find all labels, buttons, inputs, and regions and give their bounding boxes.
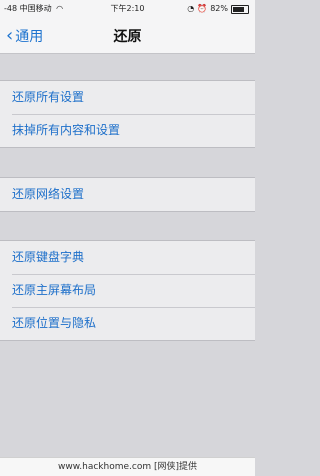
reset-group-3: 还原键盘字典 还原主屏幕布局 还原位置与隐私: [0, 240, 255, 341]
page-title: 还原: [113, 29, 142, 45]
reset-group-1: 还原所有设置 抹掉所有内容和设置: [0, 80, 255, 148]
reset-network-settings-cell[interactable]: 还原网络设置: [0, 178, 255, 211]
reset-home-screen-layout-cell[interactable]: 还原主屏幕布局: [0, 274, 255, 307]
reset-keyboard-dictionary-cell[interactable]: 还原键盘字典: [0, 241, 255, 274]
alarm-icon: ⏰: [197, 4, 208, 13]
reset-location-privacy-cell[interactable]: 还原位置与隐私: [0, 307, 255, 340]
battery-icon: [231, 4, 249, 14]
battery-percent: 82%: [210, 4, 228, 13]
footer-credit: www.hackhome.com [网侠]提供: [0, 457, 255, 476]
orientation-lock-icon: ◔: [187, 4, 195, 13]
erase-all-content-cell[interactable]: 抹掉所有内容和设置: [0, 114, 255, 147]
status-right: ◔ ⏰ 82%: [187, 0, 249, 18]
navigation-bar: ‹ 通用 还原: [0, 18, 255, 54]
reset-all-settings-cell[interactable]: 还原所有设置: [0, 81, 255, 114]
reset-group-2: 还原网络设置: [0, 177, 255, 212]
status-bar: -48 中国移动 ◠ 下午2:10 ◔ ⏰ 82%: [0, 0, 255, 18]
